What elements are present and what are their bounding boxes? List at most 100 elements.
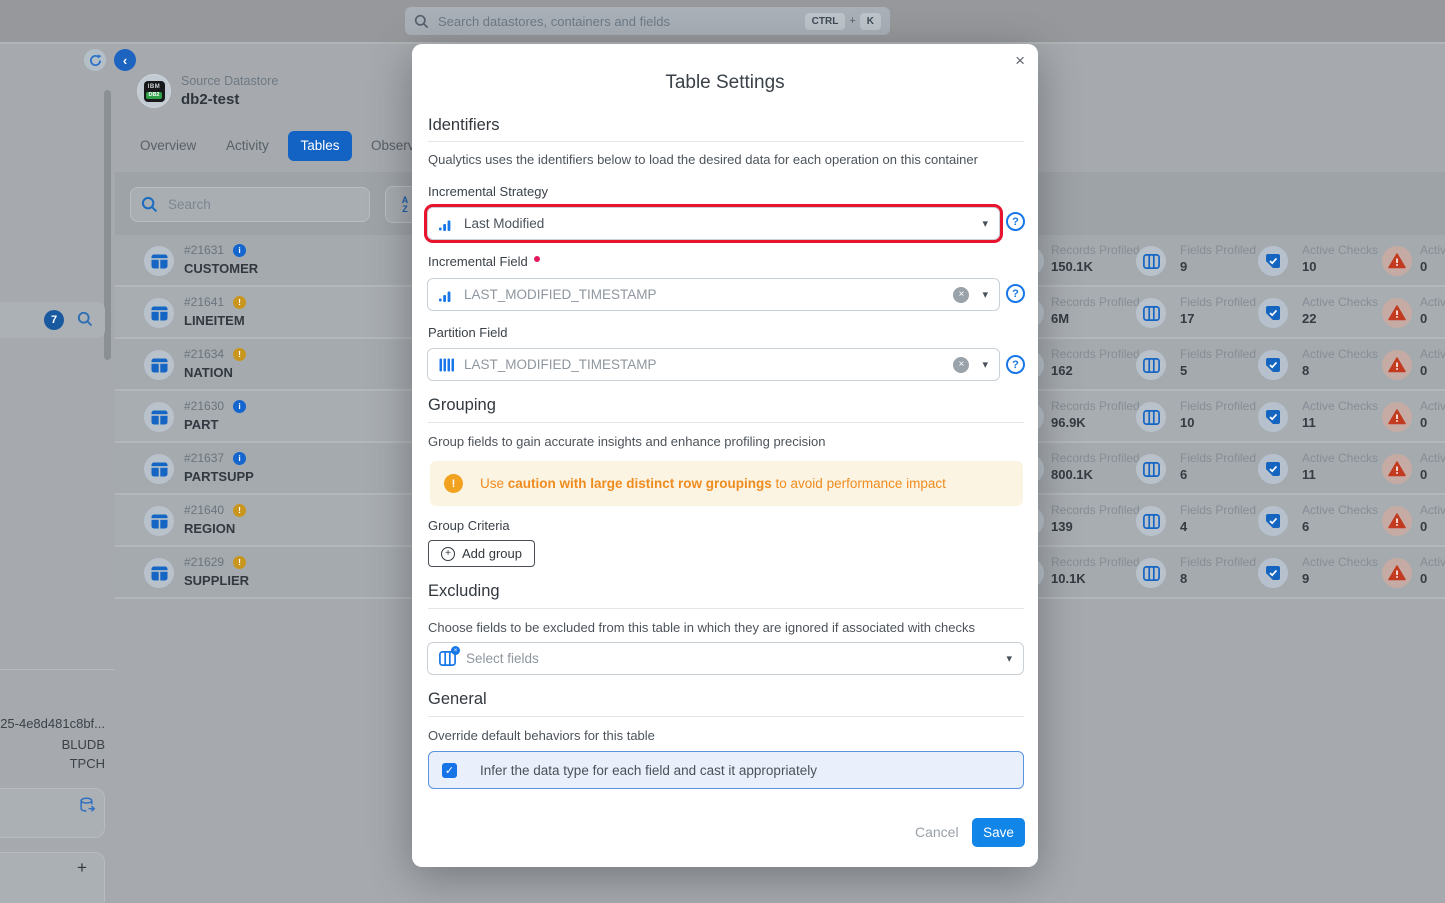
signal-bars-icon — [439, 291, 451, 302]
active-anomalies-label: Activ — [1420, 503, 1445, 517]
plus-icon[interactable]: + — [77, 858, 87, 878]
active-checks-value: 22 — [1302, 311, 1317, 326]
search-icon — [414, 14, 429, 28]
sidebar-item-row[interactable]: 7 — [0, 302, 105, 338]
table-settings-modal: × Table Settings Identifiers Qualytics u… — [412, 44, 1038, 867]
active-anomalies-value: 0 — [1420, 571, 1428, 586]
clear-icon[interactable]: × — [953, 286, 970, 303]
active-checks-icon — [1258, 506, 1288, 536]
help-icon[interactable]: ? — [1006, 355, 1025, 374]
ctrl-key-chip: CTRL — [804, 12, 846, 30]
modal-title: Table Settings — [665, 72, 785, 93]
status-info-icon: ! — [233, 503, 247, 517]
status-info-icon: ! — [233, 295, 247, 309]
tab-tables[interactable]: Tables — [288, 131, 352, 161]
chevron-down-icon[interactable]: ▾ — [1006, 652, 1012, 665]
fields-profiled-label: Fields Profiled — [1180, 295, 1257, 309]
records-profiled-value: 150.1K — [1051, 259, 1093, 274]
general-heading: General — [428, 690, 487, 708]
chevron-down-icon[interactable]: ▾ — [982, 358, 988, 371]
count-badge: 7 — [44, 310, 64, 330]
table-icon — [144, 506, 174, 536]
fields-profiled-value: 5 — [1180, 363, 1188, 378]
checkbox-checked-icon[interactable]: ✓ — [442, 762, 457, 778]
sort-z-glyph: Z — [402, 203, 408, 214]
fields-profiled-value: 9 — [1180, 259, 1188, 274]
add-group-button[interactable]: + Add group — [428, 540, 535, 567]
section-divider — [428, 141, 1024, 142]
cancel-button[interactable]: Cancel — [915, 824, 959, 840]
top-navigation-bar: Search datastores, containers and fields… — [0, 0, 1445, 42]
clear-icon[interactable]: × — [953, 356, 970, 373]
tab-overview[interactable]: Overview — [140, 131, 196, 161]
warning-text: Use caution with large distinct row grou… — [480, 476, 946, 491]
excluding-heading: Excluding — [428, 582, 500, 600]
add-group-label: Add group — [462, 546, 522, 561]
help-icon[interactable]: ? — [1006, 212, 1025, 231]
active-anomalies-label: Activ — [1420, 399, 1445, 413]
ibm-db2-icon: IBM DB2 — [143, 80, 165, 102]
database-export-icon[interactable] — [79, 797, 96, 814]
table-icon — [144, 558, 174, 588]
active-checks-label: Active Checks — [1302, 347, 1379, 361]
sidebar-add-card[interactable]: + — [0, 852, 105, 903]
table-icon — [144, 402, 174, 432]
fields-profiled-label: Fields Profiled — [1180, 451, 1257, 465]
fields-profiled-icon — [1136, 506, 1166, 536]
section-divider — [428, 716, 1024, 717]
search-icon[interactable] — [77, 311, 93, 327]
section-divider — [428, 422, 1024, 423]
active-checks-label: Active Checks — [1302, 243, 1379, 257]
chevron-left-icon: ‹ — [122, 52, 128, 68]
fields-profiled-value: 8 — [1180, 571, 1188, 586]
group-criteria-label: Group Criteria — [428, 518, 510, 533]
tab-observability[interactable]: Observ — [371, 131, 415, 161]
incremental-field-select[interactable]: LAST_MODIFIED_TIMESTAMP × ▾ — [427, 278, 1000, 311]
active-anomalies-icon — [1382, 350, 1412, 380]
records-profiled-value: 139 — [1051, 519, 1073, 534]
records-profiled-value: 96.9K — [1051, 415, 1086, 430]
help-icon[interactable]: ? — [1006, 284, 1025, 303]
active-anomalies-value: 0 — [1420, 467, 1428, 482]
global-search-input[interactable]: Search datastores, containers and fields… — [405, 7, 890, 35]
chevron-down-icon[interactable]: ▾ — [982, 217, 988, 230]
active-anomalies-value: 0 — [1420, 259, 1428, 274]
active-anomalies-icon — [1382, 246, 1412, 276]
table-id: #21629! — [184, 555, 247, 569]
fields-profiled-icon — [1136, 454, 1166, 484]
signal-bars-icon — [439, 220, 451, 231]
refresh-button[interactable] — [84, 49, 106, 71]
exclude-fields-select[interactable]: × Select fields ▾ — [427, 642, 1024, 675]
infer-datatype-option[interactable]: ✓ Infer the data type for each field and… — [428, 751, 1024, 789]
table-icon — [144, 454, 174, 484]
plus-separator: + — [849, 15, 856, 27]
datastore-type-label: Source Datastore — [181, 74, 279, 88]
active-checks-icon — [1258, 402, 1288, 432]
tables-search-input[interactable]: Search — [130, 187, 370, 222]
vertical-bars-icon — [439, 358, 454, 371]
identifiers-heading: Identifiers — [428, 116, 500, 134]
records-profiled-label: Records Profiled — [1051, 503, 1140, 517]
tab-activity[interactable]: Activity — [226, 131, 269, 161]
exclude-fields-placeholder: Select fields — [466, 651, 539, 666]
active-anomalies-value: 0 — [1420, 415, 1428, 430]
records-profiled-label: Records Profiled — [1051, 451, 1140, 465]
fields-profiled-icon — [1136, 402, 1166, 432]
records-profiled-label: Records Profiled — [1051, 347, 1140, 361]
collapse-panel-button[interactable]: ‹ — [114, 49, 136, 71]
status-info-icon: i — [233, 399, 247, 413]
active-anomalies-icon — [1382, 402, 1412, 432]
save-button[interactable]: Save — [972, 818, 1025, 847]
sidebar-scrollbar[interactable] — [104, 90, 111, 360]
sidebar-export-card[interactable] — [0, 788, 105, 838]
schema-name-text: TPCH — [69, 756, 105, 771]
chevron-down-icon[interactable]: ▾ — [982, 288, 988, 301]
active-anomalies-icon — [1382, 454, 1412, 484]
datastore-name: db2-test — [181, 91, 240, 108]
fields-profiled-icon — [1136, 246, 1166, 276]
close-icon[interactable]: × — [1015, 51, 1025, 71]
incremental-strategy-select[interactable]: Last Modified ▾ — [427, 207, 1000, 240]
status-info-icon: i — [233, 243, 247, 257]
active-anomalies-label: Activ — [1420, 555, 1445, 569]
partition-field-select[interactable]: LAST_MODIFIED_TIMESTAMP × ▾ — [427, 348, 1000, 381]
